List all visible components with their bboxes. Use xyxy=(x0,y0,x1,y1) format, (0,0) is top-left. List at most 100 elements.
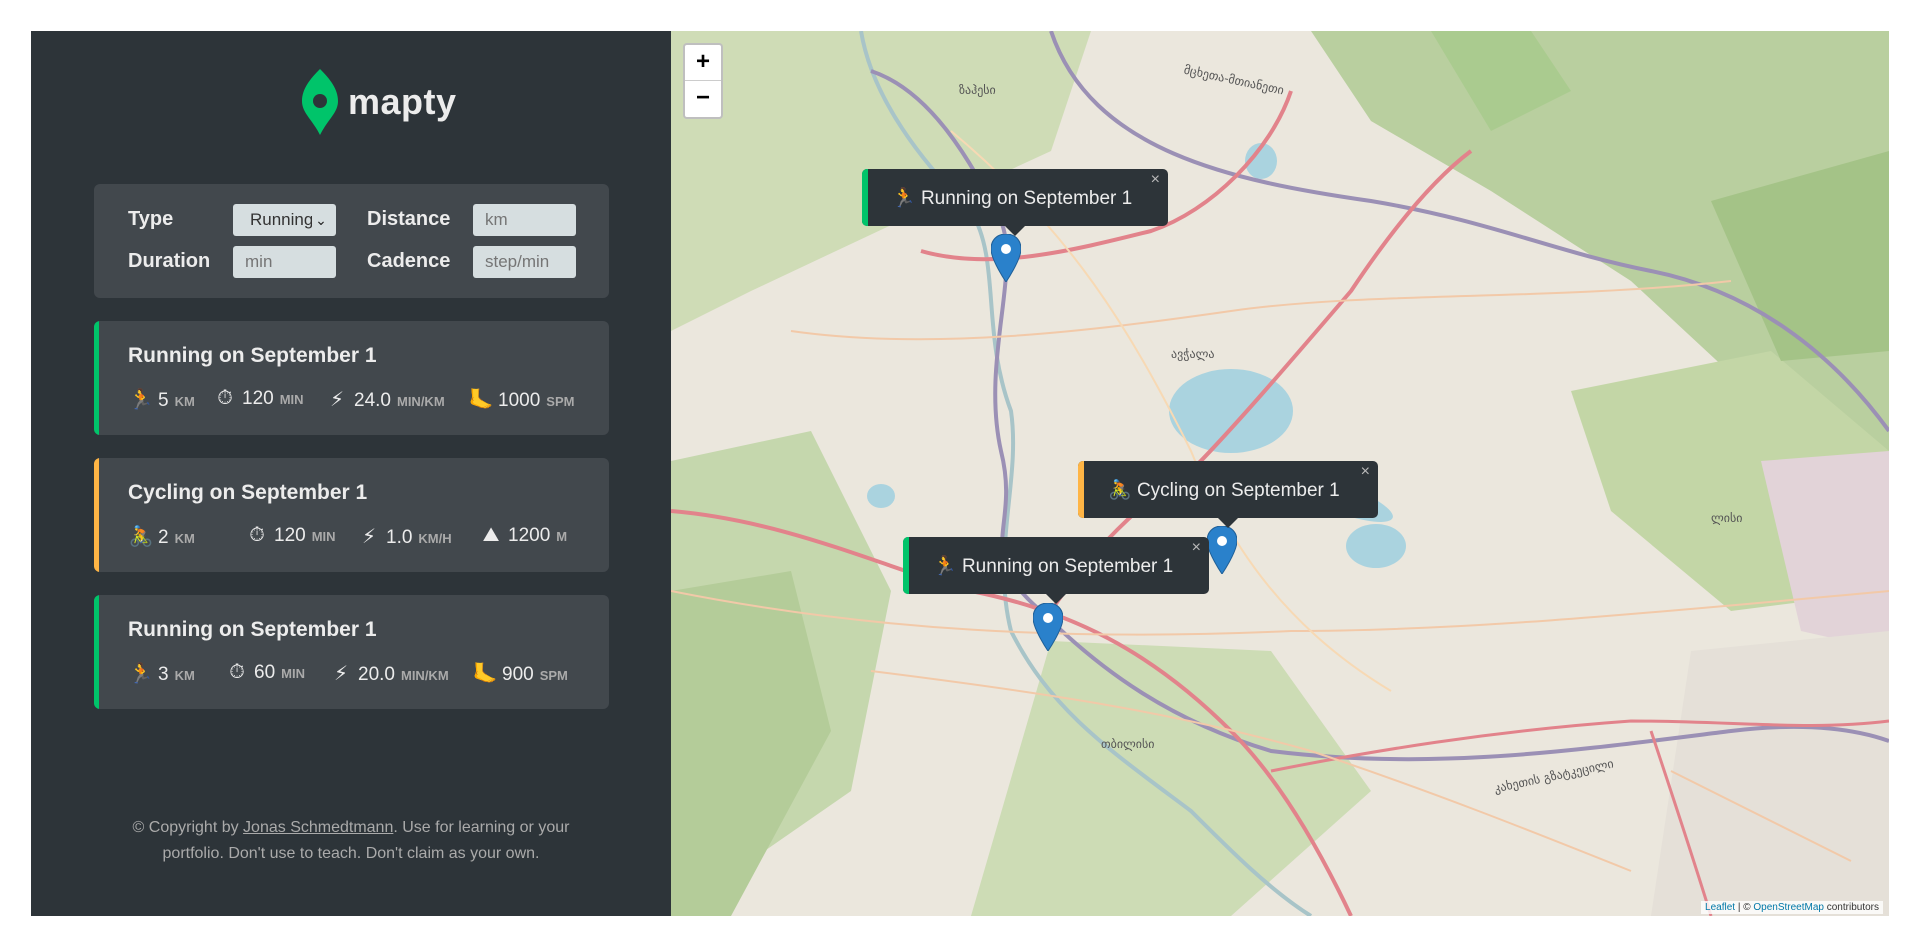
workout-distance: 🏃 5 km xyxy=(128,387,195,412)
map-pin-icon[interactable] xyxy=(1033,603,1063,651)
popup-text: 🚴 Cycling on September 1 xyxy=(1078,478,1380,502)
workout-item[interactable]: Cycling on September 1 🚴 2 km ⏱ 120 min … xyxy=(94,458,609,572)
detail-unit: spm xyxy=(539,668,568,683)
popup-type-bar xyxy=(1078,461,1084,518)
workout-type-bar xyxy=(94,321,99,435)
workout-duration: ⏱ 120 min xyxy=(212,387,304,410)
mountain-icon: ⛰ xyxy=(482,524,500,546)
map-pin-icon[interactable] xyxy=(991,234,1021,282)
popup-tip xyxy=(1046,594,1066,604)
workout-cadence: 🦶 1000 spm xyxy=(468,387,575,412)
detail-value: 120 xyxy=(242,388,274,409)
type-label: Type xyxy=(128,208,174,230)
osm-link[interactable]: OpenStreetMap xyxy=(1753,902,1824,913)
leaflet-link[interactable]: Leaflet xyxy=(1705,902,1735,913)
detail-unit: min/km xyxy=(400,668,449,683)
detail-unit: min xyxy=(281,666,305,681)
workout-item[interactable]: Running on September 1 🏃 5 km ⏱ 120 min … xyxy=(94,321,609,435)
lightning-icon: ⚡ xyxy=(361,526,377,548)
map-popup[interactable]: 🏃 Running on September 1 × xyxy=(862,169,1168,236)
zoom-out-button[interactable]: − xyxy=(685,81,721,117)
detail-unit: km/h xyxy=(418,531,452,546)
lightning-icon: ⚡ xyxy=(333,663,349,685)
close-icon[interactable]: × xyxy=(1192,539,1201,557)
duration-label: Duration xyxy=(128,250,211,272)
map-label: ავჭალა xyxy=(1171,347,1215,361)
detail-unit: km xyxy=(174,531,195,546)
detail-unit: km xyxy=(174,668,195,683)
detail-value: 120 xyxy=(274,525,306,546)
foot-icon: 🦶 xyxy=(468,389,494,411)
copyright-prefix: © Copyright by xyxy=(132,819,244,836)
distance-input[interactable] xyxy=(473,204,576,236)
popup-tip xyxy=(1218,518,1238,528)
map[interactable]: ზაჰესი მცხეთა-მთიანეთი თბილისი კახეთის გ… xyxy=(671,31,1889,916)
popup-label: Running on September 1 xyxy=(920,187,1133,209)
runner-icon: 🏃 xyxy=(933,555,957,577)
workout-pace: ⚡ 24.0 min/km xyxy=(324,387,445,412)
popup-type-bar xyxy=(903,537,909,594)
detail-value: 60 xyxy=(254,662,276,683)
detail-value: 2 xyxy=(158,527,169,548)
map-popup[interactable]: 🏃 Running on September 1 × xyxy=(903,537,1209,604)
detail-value: 24.0 xyxy=(354,390,391,411)
cadence-input[interactable] xyxy=(473,246,576,278)
map-label: ზაჰესი xyxy=(959,83,996,97)
workout-duration: ⏱ 60 min xyxy=(224,661,305,684)
detail-value: 1.0 xyxy=(386,527,413,548)
copyright: © Copyright by Jonas Schmedtmann. Use fo… xyxy=(31,815,671,867)
distance-label: Distance xyxy=(367,208,451,230)
close-icon[interactable]: × xyxy=(1361,463,1370,481)
map-popup[interactable]: 🚴 Cycling on September 1 × xyxy=(1078,461,1380,528)
stopwatch-icon: ⏱ xyxy=(217,387,233,409)
map-label: ლისი xyxy=(1711,511,1743,525)
zoom-in-button[interactable]: + xyxy=(685,45,721,81)
detail-unit: min xyxy=(311,529,336,544)
detail-unit: min xyxy=(279,392,304,407)
workout-title: Running on September 1 xyxy=(128,344,377,367)
detail-value: 3 xyxy=(158,664,169,685)
foot-icon: 🦶 xyxy=(472,663,498,685)
workout-distance: 🏃 3 km xyxy=(128,661,195,686)
cyclist-icon: 🚴 xyxy=(128,526,154,548)
type-select[interactable]: Running ⌄ xyxy=(233,204,336,236)
detail-value: 900 xyxy=(502,664,534,685)
attribution-separator: | © xyxy=(1735,902,1754,913)
workout-elevation: ⛰ 1200 m xyxy=(478,524,568,547)
detail-value: 5 xyxy=(158,390,169,411)
cyclist-icon: 🚴 xyxy=(1108,479,1132,501)
stopwatch-icon: ⏱ xyxy=(229,661,245,683)
detail-unit: min/km xyxy=(396,394,445,409)
popup-label: Running on September 1 xyxy=(961,555,1174,577)
workout-speed: ⚡ 1.0 km/h xyxy=(356,524,452,549)
logo: mapty xyxy=(302,69,457,135)
workout-title: Running on September 1 xyxy=(128,618,377,641)
workout-duration: ⏱ 120 min xyxy=(244,524,336,547)
zoom-control: + − xyxy=(683,43,723,119)
workout-form: Type Running ⌄ Distance Duration Cadence xyxy=(94,184,609,298)
popup-label: Cycling on September 1 xyxy=(1136,479,1340,501)
workout-title: Cycling on September 1 xyxy=(128,481,368,504)
detail-value: 1200 xyxy=(508,525,551,546)
popup-type-bar xyxy=(862,169,868,226)
close-icon[interactable]: × xyxy=(1151,171,1160,189)
lightning-icon: ⚡ xyxy=(329,389,345,411)
runner-icon: 🏃 xyxy=(128,663,154,685)
workout-type-bar xyxy=(94,458,99,572)
duration-input[interactable] xyxy=(233,246,336,278)
runner-icon: 🏃 xyxy=(128,389,154,411)
popup-text: 🏃 Running on September 1 xyxy=(903,554,1213,578)
detail-unit: km xyxy=(174,394,195,409)
popup-text: 🏃 Running on September 1 xyxy=(862,186,1172,210)
workout-cadence: 🦶 900 spm xyxy=(472,661,568,686)
chevron-down-icon: ⌄ xyxy=(312,204,330,236)
workout-pace: ⚡ 20.0 min/km xyxy=(328,661,449,686)
author-link[interactable]: Jonas Schmedtmann xyxy=(243,819,393,836)
app-container: mapty Type Running ⌄ Distance Duration C… xyxy=(31,31,1889,916)
workout-item[interactable]: Running on September 1 🏃 3 km ⏱ 60 min ⚡… xyxy=(94,595,609,709)
sidebar: mapty Type Running ⌄ Distance Duration C… xyxy=(31,31,671,916)
attribution-suffix: contributors xyxy=(1823,902,1879,913)
stopwatch-icon: ⏱ xyxy=(249,524,265,546)
type-select-value: Running xyxy=(250,210,314,229)
logo-text: mapty xyxy=(348,81,457,122)
